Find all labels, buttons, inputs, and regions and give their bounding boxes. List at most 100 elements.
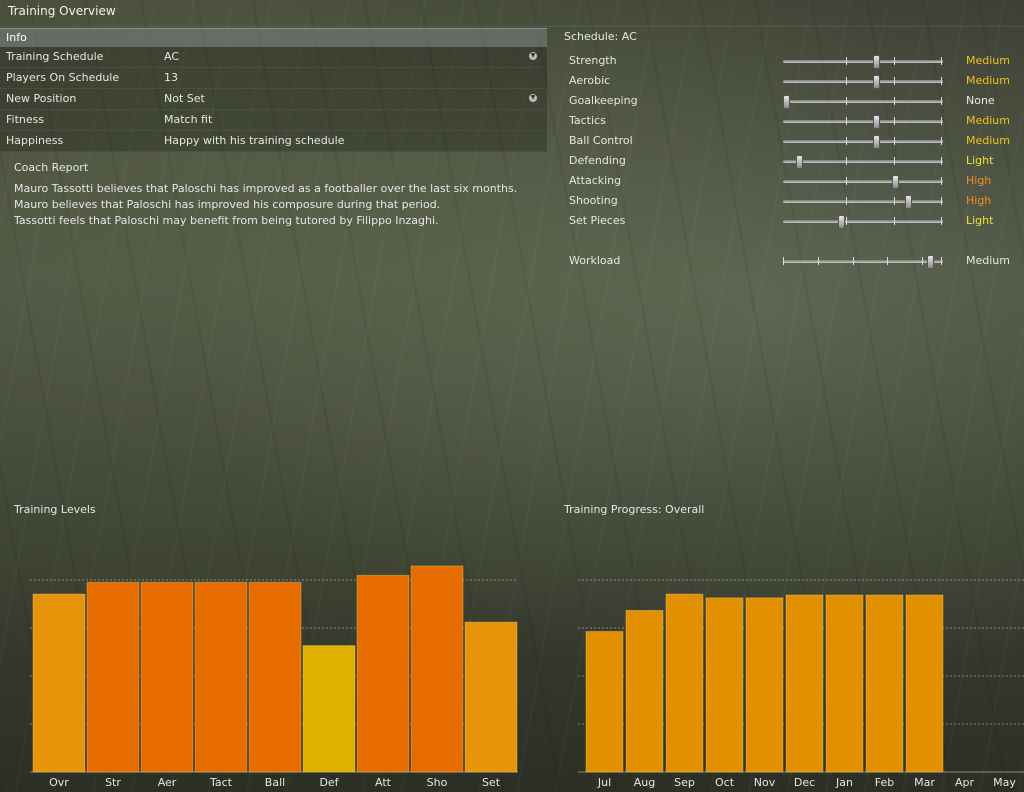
slider-tick bbox=[893, 197, 895, 205]
slider-tick bbox=[817, 257, 819, 265]
skill-row-defending: Defending Light bbox=[569, 153, 1019, 173]
skill-slider[interactable] bbox=[783, 155, 943, 169]
bar[interactable] bbox=[302, 645, 356, 773]
info-label: Training Schedule bbox=[6, 50, 104, 63]
tick-label: Sho bbox=[427, 776, 448, 789]
slider-tick bbox=[941, 117, 942, 125]
info-label: New Position bbox=[6, 92, 77, 105]
slider-tick bbox=[846, 157, 848, 165]
slider-tick bbox=[783, 257, 784, 265]
info-row-fitness: Fitness Match fit bbox=[0, 110, 547, 131]
skill-row-strength: Strength Medium bbox=[569, 53, 1019, 73]
slider-thumb[interactable] bbox=[873, 55, 881, 69]
slider-tick bbox=[941, 137, 942, 145]
slider-tick bbox=[846, 97, 848, 105]
bar[interactable] bbox=[705, 597, 744, 773]
new-position-value[interactable]: Not Set bbox=[164, 89, 205, 109]
skill-slider[interactable] bbox=[783, 55, 943, 69]
training-levels-chart: Ovr Str Aer Tact Ball Def Att Sho Set bbox=[30, 565, 518, 789]
skill-name: Shooting bbox=[569, 194, 618, 207]
slider-tick bbox=[893, 57, 895, 65]
skill-level: None bbox=[966, 94, 995, 107]
skill-slider[interactable] bbox=[783, 255, 943, 269]
slider-tick bbox=[893, 217, 895, 225]
slider-tick bbox=[846, 197, 848, 205]
slider-tick bbox=[893, 157, 895, 165]
tick-label: Feb bbox=[875, 776, 894, 789]
slider-tick bbox=[846, 77, 848, 85]
bar[interactable] bbox=[905, 594, 944, 773]
bar[interactable] bbox=[194, 581, 248, 773]
title-divider bbox=[0, 26, 1024, 27]
slider-tick bbox=[846, 137, 848, 145]
skill-name: Aerobic bbox=[569, 74, 611, 87]
info-row-training-schedule[interactable]: Training Schedule AC ▼ bbox=[0, 47, 547, 68]
bar[interactable] bbox=[625, 609, 664, 773]
bar[interactable] bbox=[86, 581, 140, 773]
info-row-players-on-schedule: Players On Schedule 13 bbox=[0, 68, 547, 89]
bar[interactable] bbox=[825, 594, 864, 773]
slider-thumb[interactable] bbox=[838, 215, 846, 229]
skill-row-attacking: Attacking High bbox=[569, 173, 1019, 193]
slider-tick bbox=[941, 177, 942, 185]
coach-report-line: Mauro Tassotti believes that Paloschi ha… bbox=[14, 182, 518, 195]
slider-tick bbox=[887, 257, 889, 265]
skill-slider[interactable] bbox=[783, 175, 943, 189]
slider-tick bbox=[893, 77, 895, 85]
training-levels-title: Training Levels bbox=[14, 503, 96, 516]
bar[interactable] bbox=[140, 581, 194, 773]
skill-level: High bbox=[966, 174, 992, 187]
skill-level: High bbox=[966, 194, 992, 207]
skill-level: Light bbox=[966, 214, 994, 227]
bar[interactable] bbox=[785, 594, 824, 773]
slider-thumb[interactable] bbox=[904, 195, 912, 209]
skill-name: Goalkeeping bbox=[569, 94, 638, 107]
bar[interactable] bbox=[356, 574, 410, 773]
slider-thumb[interactable] bbox=[892, 175, 900, 189]
slider-thumb[interactable] bbox=[926, 255, 934, 269]
skill-row-ball-control: Ball Control Medium bbox=[569, 133, 1019, 153]
training-schedule-value[interactable]: AC bbox=[164, 47, 179, 67]
bar[interactable] bbox=[745, 597, 784, 773]
slider-thumb[interactable] bbox=[795, 155, 803, 169]
slider-tick bbox=[846, 117, 848, 125]
slider-thumb[interactable] bbox=[783, 95, 790, 109]
bar[interactable] bbox=[464, 621, 518, 773]
tick-label: Nov bbox=[754, 776, 776, 789]
skill-slider[interactable] bbox=[783, 75, 943, 89]
chevron-down-icon[interactable]: ▼ bbox=[529, 94, 537, 102]
skill-level: Medium bbox=[966, 134, 1010, 147]
skill-slider[interactable] bbox=[783, 115, 943, 129]
slider-tick bbox=[893, 97, 895, 105]
skill-level: Medium bbox=[966, 114, 1010, 127]
tick-label: Dec bbox=[794, 776, 815, 789]
tick-label: Str bbox=[105, 776, 121, 789]
bar[interactable] bbox=[410, 565, 464, 773]
skill-slider[interactable] bbox=[783, 195, 943, 209]
bar[interactable] bbox=[665, 593, 704, 773]
slider-tick bbox=[941, 257, 942, 265]
slider-tick bbox=[941, 197, 942, 205]
bar[interactable] bbox=[248, 581, 302, 773]
skill-name: Ball Control bbox=[569, 134, 633, 147]
slider-tick bbox=[941, 217, 942, 225]
skill-slider[interactable] bbox=[783, 135, 943, 149]
bar[interactable] bbox=[32, 593, 86, 773]
skill-slider[interactable] bbox=[783, 95, 943, 109]
skill-name: Attacking bbox=[569, 174, 622, 187]
tick-label: Tact bbox=[209, 776, 233, 789]
info-row-new-position[interactable]: New Position Not Set ▼ bbox=[0, 89, 547, 110]
schedule-title: Schedule: AC bbox=[564, 30, 637, 43]
skill-slider[interactable] bbox=[783, 215, 943, 229]
tick-label: Jul bbox=[597, 776, 611, 789]
slider-thumb[interactable] bbox=[873, 115, 881, 129]
tick-label: Mar bbox=[914, 776, 935, 789]
chevron-down-icon[interactable]: ▼ bbox=[529, 52, 537, 60]
coach-report-line: Mauro believes that Paloschi has improve… bbox=[14, 198, 441, 211]
slider-thumb[interactable] bbox=[873, 75, 881, 89]
slider-thumb[interactable] bbox=[873, 135, 881, 149]
skill-row-shooting: Shooting High bbox=[569, 193, 1019, 213]
bar[interactable] bbox=[585, 631, 624, 773]
bar[interactable] bbox=[865, 594, 904, 773]
slider-tick bbox=[846, 217, 848, 225]
